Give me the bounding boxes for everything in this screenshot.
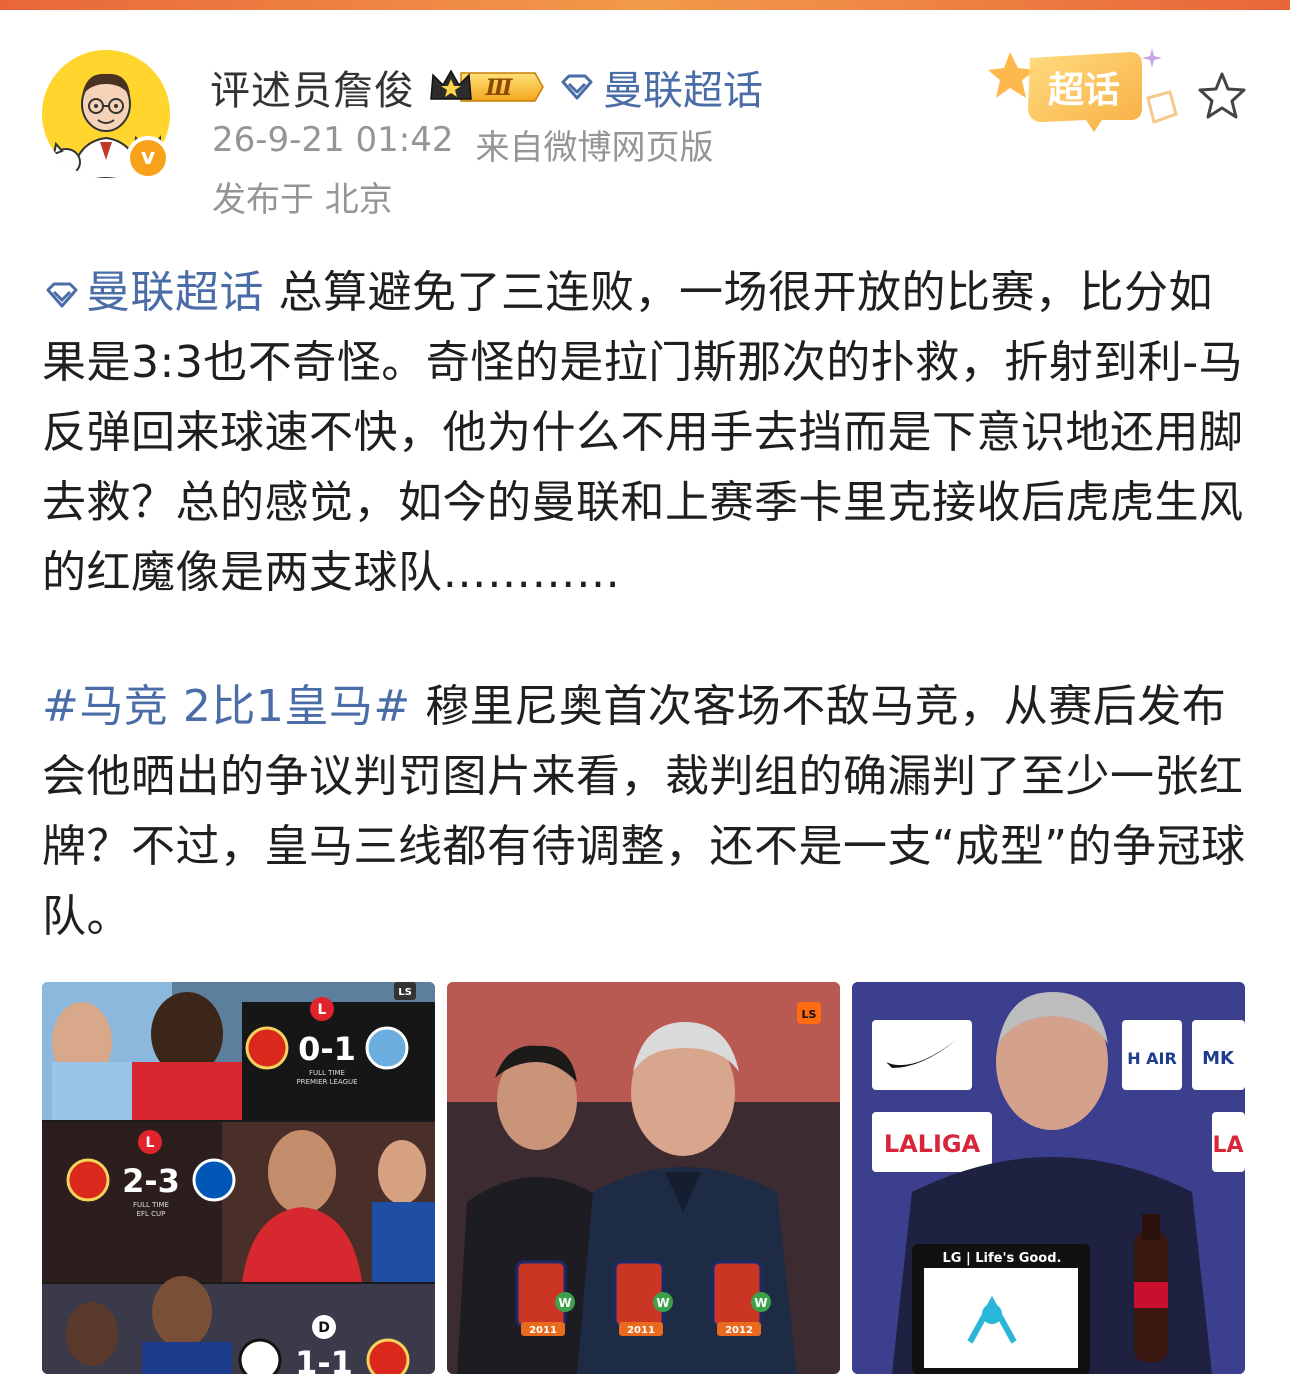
- manutd-crest-icon: [245, 1026, 289, 1070]
- super-topic-badge[interactable]: 超话: [982, 38, 1178, 136]
- match-2-note1: FULL TIME: [133, 1201, 169, 1209]
- top-accent-strip: [0, 0, 1290, 10]
- board-text-mk: MK: [1202, 1048, 1235, 1069]
- ls-logo: LS: [398, 987, 412, 998]
- post-timestamp: 26-9-21 01:42: [212, 120, 454, 160]
- author-row: 评述员詹俊 Ⅲ 曼联超话: [210, 58, 763, 116]
- rank-badge-label: Ⅲ: [485, 75, 514, 101]
- post-paragraph-2: #马竞 2比1皇马# 穆里尼奥首次客场不敌马竞，从赛后发布会他晒出的争议判罚图片…: [42, 672, 1250, 952]
- super-topic-label: 超话: [1048, 70, 1120, 111]
- topic-link[interactable]: 曼联超话: [557, 58, 763, 116]
- post-paragraph-1: 曼联超话 总算避免了三连败，一场很开放的比赛，比分如果是3:3也不奇怪。奇怪的是…: [42, 258, 1250, 608]
- match-1-note2: PREMIER LEAGUE: [296, 1078, 357, 1086]
- image-grid: L 0-1 FULL TIME PREMIER LEAGUE LS L 2-3 …: [42, 982, 1246, 1374]
- crest-row: W W W 2011 2011 2012: [515, 1260, 771, 1336]
- star-icon[interactable]: [1196, 70, 1248, 122]
- post-body: 曼联超话 总算避免了三连败，一场很开放的比赛，比分如果是3:3也不奇怪。奇怪的是…: [42, 258, 1250, 952]
- manutd-crest-icon: [366, 1338, 410, 1374]
- weibo-post-card: v 评述员詹俊 Ⅲ 曼联超话 26-9-21 01:42 来自微博网页版 发布于…: [0, 10, 1290, 1381]
- author-name[interactable]: 评述员詹俊: [210, 58, 415, 116]
- post-meta: 26-9-21 01:42 来自微博网页版: [212, 120, 714, 169]
- atletico-crest-icon: [515, 1260, 567, 1328]
- year-label-2: 2011: [627, 1325, 655, 1336]
- manutd-crest-icon: [66, 1158, 110, 1202]
- nike-board: [872, 1020, 972, 1090]
- photo-press-conference[interactable]: H AIR MK LALIGA LA LG | Life's Good.: [852, 982, 1245, 1374]
- board-text-laliga: LALIGA: [884, 1130, 981, 1158]
- match-2-note2: EFL CUP: [137, 1210, 166, 1218]
- match-1-score: 0-1: [298, 1030, 356, 1068]
- inline-topic-link[interactable]: 曼联超话: [42, 267, 264, 318]
- match-2-badge: L: [146, 1135, 155, 1151]
- inline-topic-label: 曼联超话: [86, 267, 264, 318]
- result-badge-3: W: [754, 1296, 767, 1310]
- lectern-sponsor-text: LG | Life's Good.: [943, 1251, 1062, 1266]
- year-label-3: 2012: [725, 1325, 753, 1336]
- crown-rank-icon: Ⅲ: [430, 69, 544, 102]
- match-2-score: 2-3: [122, 1162, 180, 1200]
- atletico-crest-icon: [711, 1260, 763, 1328]
- board-text-hair: H AIR: [1127, 1049, 1177, 1068]
- diamond-icon: [561, 74, 593, 100]
- match-3-score: 1-1: [295, 1344, 353, 1374]
- photo-match-results[interactable]: L 0-1 FULL TIME PREMIER LEAGUE LS L 2-3 …: [42, 982, 435, 1374]
- verified-v-icon: v: [126, 136, 170, 180]
- result-badge-2: W: [656, 1296, 669, 1310]
- diamond-icon: [46, 282, 78, 308]
- result-badge-1: W: [558, 1296, 571, 1310]
- match-1-badge: L: [318, 1002, 327, 1018]
- post-location: 发布于 北京: [212, 180, 393, 220]
- brighton-crest-icon: [192, 1158, 236, 1202]
- topic-link-label: 曼联超话: [603, 68, 763, 114]
- hashtag-link[interactable]: #马竞 2比1皇马#: [42, 681, 411, 732]
- post-source: 来自微博网页版: [475, 128, 714, 168]
- match-1-note1: FULL TIME: [309, 1069, 345, 1077]
- photo-managers[interactable]: W W W 2011 2011 2012 LS: [447, 982, 840, 1374]
- atletico-crest-icon: [613, 1260, 665, 1328]
- match-3-badge: D: [318, 1320, 330, 1336]
- fulham-crest-icon: [238, 1338, 282, 1374]
- board-text-la: LA: [1212, 1133, 1243, 1158]
- ls-logo: LS: [802, 1008, 817, 1021]
- mancity-crest-icon: [365, 1026, 409, 1070]
- year-label-1: 2011: [529, 1325, 557, 1336]
